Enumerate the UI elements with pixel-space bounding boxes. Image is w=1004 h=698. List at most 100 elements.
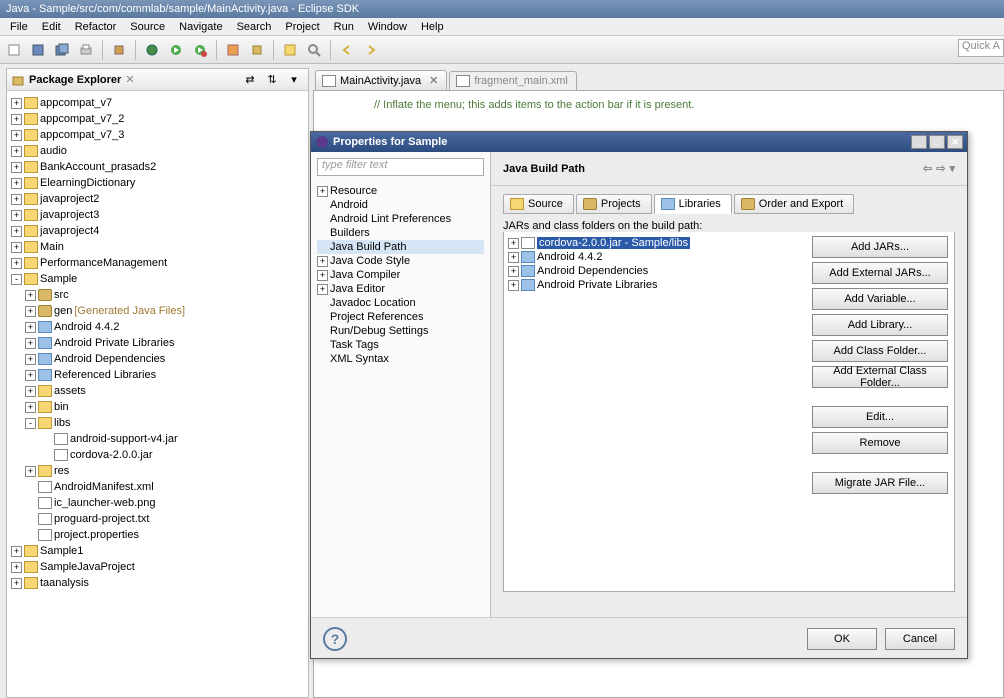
nav-menu-icon[interactable]: ▾ <box>949 162 955 175</box>
button-migrate-jar-file[interactable]: Migrate JAR File... <box>812 472 948 494</box>
tree-node[interactable]: proguard-project.txt <box>9 511 306 527</box>
category-item[interactable]: Task Tags <box>317 338 484 352</box>
tree-node[interactable]: AndroidManifest.xml <box>9 479 306 495</box>
category-item[interactable]: Android <box>317 198 484 212</box>
cancel-button[interactable]: Cancel <box>885 628 955 650</box>
expand-icon[interactable]: + <box>508 238 519 249</box>
expand-icon[interactable]: + <box>25 466 36 477</box>
tree-node[interactable]: +PerformanceManagement <box>9 255 306 271</box>
tree-node[interactable]: +Referenced Libraries <box>9 367 306 383</box>
category-item[interactable]: Android Lint Preferences <box>317 212 484 226</box>
category-item[interactable]: +Java Editor <box>317 282 484 296</box>
tree-node[interactable]: ic_launcher-web.png <box>9 495 306 511</box>
category-item[interactable]: +Resource <box>317 184 484 198</box>
category-item[interactable]: Javadoc Location <box>317 296 484 310</box>
open-type-icon[interactable] <box>280 40 300 60</box>
library-item[interactable]: +Android Private Libraries <box>508 278 802 292</box>
expand-icon[interactable]: + <box>11 578 22 589</box>
category-item[interactable]: Java Build Path <box>317 240 484 254</box>
ok-button[interactable]: OK <box>807 628 877 650</box>
expand-icon[interactable]: + <box>25 354 36 365</box>
expand-icon[interactable]: + <box>317 186 328 197</box>
filter-input[interactable]: type filter text <box>317 158 484 176</box>
dialog-titlebar[interactable]: Properties for Sample _ □ ✕ <box>311 132 967 152</box>
tree-node[interactable]: +assets <box>9 383 306 399</box>
tree-node[interactable]: +javaproject3 <box>9 207 306 223</box>
expand-icon[interactable]: + <box>11 226 22 237</box>
menu-file[interactable]: File <box>4 19 34 35</box>
menu-edit[interactable]: Edit <box>36 19 67 35</box>
project-tree[interactable]: +appcompat_v7+appcompat_v7_2+appcompat_v… <box>7 91 308 697</box>
tree-node[interactable]: +Sample1 <box>9 543 306 559</box>
button-edit[interactable]: Edit... <box>812 406 948 428</box>
expand-icon[interactable]: + <box>11 98 22 109</box>
editor-tab[interactable]: MainActivity.java✕ <box>315 70 447 90</box>
forward-icon[interactable] <box>361 40 381 60</box>
category-item[interactable]: +Java Compiler <box>317 268 484 282</box>
collapse-all-icon[interactable]: ⇄ <box>240 70 260 90</box>
new-pkg-icon[interactable] <box>247 40 267 60</box>
subtab-order-and-export[interactable]: Order and Export <box>734 194 854 214</box>
minimize-button[interactable]: _ <box>911 135 927 149</box>
button-add-jars[interactable]: Add JARs... <box>812 236 948 258</box>
maximize-button[interactable]: □ <box>929 135 945 149</box>
collapse-icon[interactable]: - <box>25 418 36 429</box>
expand-icon[interactable]: + <box>317 284 328 295</box>
tree-node[interactable]: +gen [Generated Java Files] <box>9 303 306 319</box>
debug-icon[interactable] <box>142 40 162 60</box>
menu-search[interactable]: Search <box>231 19 278 35</box>
editor-tab[interactable]: fragment_main.xml <box>449 71 577 90</box>
print-icon[interactable] <box>76 40 96 60</box>
tree-node[interactable]: cordova-2.0.0.jar <box>9 447 306 463</box>
tree-node[interactable]: +Main <box>9 239 306 255</box>
expand-icon[interactable]: + <box>317 270 328 281</box>
tree-node[interactable]: project.properties <box>9 527 306 543</box>
menu-refactor[interactable]: Refactor <box>69 19 123 35</box>
tree-node[interactable]: +taanalysis <box>9 575 306 591</box>
expand-icon[interactable]: + <box>25 386 36 397</box>
expand-icon[interactable]: + <box>11 242 22 253</box>
tree-node[interactable]: +javaproject2 <box>9 191 306 207</box>
close-button[interactable]: ✕ <box>947 135 963 149</box>
tree-node[interactable]: +appcompat_v7 <box>9 95 306 111</box>
tree-node[interactable]: android-support-v4.jar <box>9 431 306 447</box>
expand-icon[interactable]: + <box>11 162 22 173</box>
library-item[interactable]: +Android 4.4.2 <box>508 250 802 264</box>
expand-icon[interactable]: + <box>11 546 22 557</box>
button-add-external-class-folder[interactable]: Add External Class Folder... <box>812 366 948 388</box>
link-editor-icon[interactable]: ⇅ <box>262 70 282 90</box>
expand-icon[interactable]: + <box>11 130 22 141</box>
build-icon[interactable] <box>109 40 129 60</box>
expand-icon[interactable]: + <box>11 178 22 189</box>
library-item[interactable]: +Android Dependencies <box>508 264 802 278</box>
tree-node[interactable]: +javaproject4 <box>9 223 306 239</box>
category-item[interactable]: +Java Code Style <box>317 254 484 268</box>
run-icon[interactable] <box>166 40 186 60</box>
view-close-icon[interactable]: ✕ <box>125 73 134 86</box>
expand-icon[interactable]: + <box>317 256 328 267</box>
tree-node[interactable]: +bin <box>9 399 306 415</box>
menu-help[interactable]: Help <box>415 19 450 35</box>
expand-icon[interactable]: + <box>11 258 22 269</box>
collapse-icon[interactable]: - <box>11 274 22 285</box>
expand-icon[interactable]: + <box>508 266 519 277</box>
button-remove[interactable]: Remove <box>812 432 948 454</box>
nav-back-icon[interactable]: ⇦ <box>923 162 932 175</box>
menu-source[interactable]: Source <box>124 19 171 35</box>
tree-node[interactable]: +ElearningDictionary <box>9 175 306 191</box>
tree-node[interactable]: +res <box>9 463 306 479</box>
tree-node[interactable]: +Android 4.4.2 <box>9 319 306 335</box>
expand-icon[interactable]: + <box>508 252 519 263</box>
run-last-icon[interactable] <box>190 40 210 60</box>
view-menu-icon[interactable]: ▾ <box>284 70 304 90</box>
subtab-projects[interactable]: Projects <box>576 194 652 214</box>
tree-node[interactable]: +appcompat_v7_3 <box>9 127 306 143</box>
button-add-class-folder[interactable]: Add Class Folder... <box>812 340 948 362</box>
tree-node[interactable]: +src <box>9 287 306 303</box>
save-all-icon[interactable] <box>52 40 72 60</box>
menu-project[interactable]: Project <box>279 19 325 35</box>
tree-node[interactable]: +SampleJavaProject <box>9 559 306 575</box>
nav-forward-icon[interactable]: ⇨ <box>936 162 945 175</box>
expand-icon[interactable]: + <box>25 402 36 413</box>
category-item[interactable]: Project References <box>317 310 484 324</box>
